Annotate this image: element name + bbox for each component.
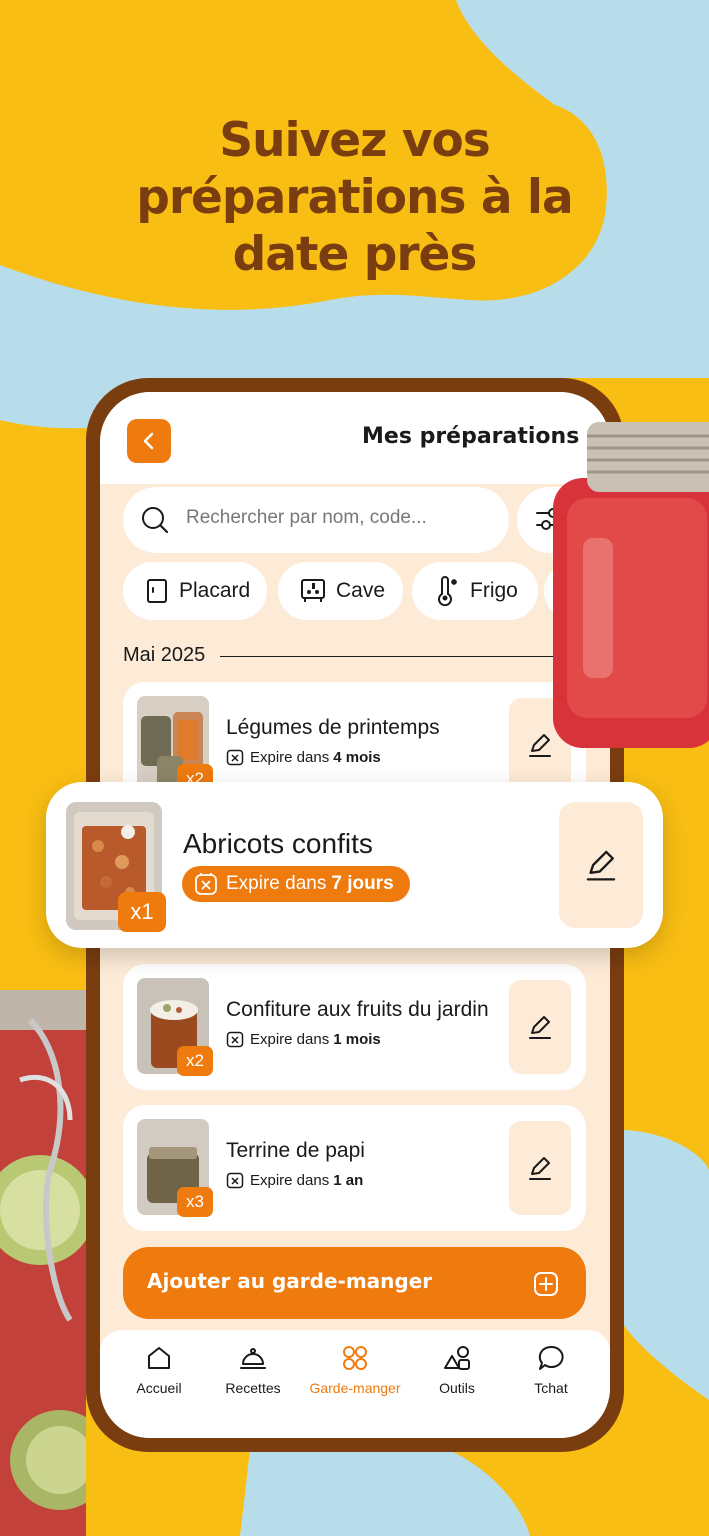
- nav-label: Outils: [439, 1380, 475, 1396]
- nav-label: Tchat: [534, 1380, 568, 1396]
- pencil-icon: [529, 1016, 551, 1039]
- edit-button[interactable]: [509, 980, 571, 1074]
- home-icon: [148, 1347, 170, 1369]
- item-expiry: Expire dans 1 mois: [226, 1030, 381, 1048]
- item-name: Abricots confits: [183, 828, 373, 859]
- highlighted-item-card[interactable]: x1 Abricots confits Expire dans 7 jours: [46, 782, 663, 948]
- nav-recettes[interactable]: Recettes: [203, 1330, 303, 1410]
- nav-outils[interactable]: Outils: [407, 1330, 507, 1410]
- list-item[interactable]: x2 Confiture aux fruits du jardin Expire…: [123, 964, 586, 1090]
- quantity-badge: x1: [118, 892, 166, 932]
- edit-button[interactable]: [509, 1121, 571, 1215]
- quantity-badge: x3: [177, 1187, 213, 1217]
- expiry-prefix: Expire dans: [250, 748, 330, 766]
- chip-label: Frigo: [470, 579, 518, 602]
- expiry-value: 7 jours: [331, 873, 394, 894]
- pickle-jar-image: [0, 990, 86, 1536]
- search-input[interactable]: Rechercher par nom, code...: [123, 487, 509, 553]
- shapes-icon: [444, 1346, 470, 1370]
- item-expiry: Expire dans 4 mois: [226, 748, 381, 766]
- item-name: Confiture aux fruits du jardin: [226, 998, 489, 1021]
- expiry-value: 1 mois: [333, 1030, 381, 1048]
- thermometer-icon: [438, 576, 457, 606]
- expiry-prefix: Expire dans: [226, 873, 327, 894]
- edit-button[interactable]: [559, 802, 643, 928]
- list-item[interactable]: x3 Terrine de papi Expire dans 1 an: [123, 1105, 586, 1231]
- nav-label: Garde-manger: [309, 1380, 401, 1396]
- add-to-pantry-button[interactable]: Ajouter au garde-manger: [123, 1247, 586, 1319]
- add-button-label: Ajouter au garde-manger: [147, 1269, 433, 1293]
- expiry-value: 1 an: [333, 1171, 364, 1189]
- expiry-value: 4 mois: [333, 748, 381, 766]
- cupboard-icon: [147, 579, 167, 603]
- nav-label: Recettes: [225, 1380, 281, 1396]
- chevron-left-icon: [143, 432, 154, 450]
- chip-label: Placard: [179, 579, 251, 602]
- cellar-icon: [301, 579, 325, 602]
- item-name: Légumes de printemps: [226, 716, 440, 739]
- search-placeholder: Rechercher par nom, code...: [186, 507, 427, 528]
- calendar-x-icon: [226, 1031, 244, 1048]
- nav-tchat[interactable]: Tchat: [501, 1330, 601, 1410]
- expiry-badge: Expire dans 7 jours: [182, 866, 410, 902]
- chip-placard[interactable]: Placard: [123, 562, 267, 620]
- headline: Suivez vos préparations à la date près: [0, 112, 709, 283]
- nav-label: Accueil: [136, 1380, 182, 1396]
- expiry-prefix: Expire dans: [250, 1171, 330, 1189]
- grid-icon: [343, 1346, 367, 1370]
- quantity-badge: x2: [177, 1046, 213, 1076]
- chat-icon: [538, 1345, 564, 1370]
- month-header: Mai 2025: [123, 644, 206, 666]
- top-bar: Mes préparations: [100, 392, 610, 484]
- item-expiry: Expire dans 1 an: [226, 1171, 363, 1189]
- calendar-x-icon: [226, 1172, 244, 1189]
- chip-label: Cave: [336, 579, 386, 602]
- expiry-prefix: Expire dans: [250, 1030, 330, 1048]
- headline-line-2: préparations à la: [136, 170, 574, 225]
- nav-garde-manger[interactable]: Garde-manger: [305, 1330, 405, 1410]
- headline-line-1: Suivez vos: [219, 113, 491, 168]
- calendar-x-icon: [195, 873, 217, 895]
- pencil-icon: [529, 1157, 551, 1180]
- jam-jar-image: [553, 422, 709, 748]
- nav-accueil[interactable]: Accueil: [109, 1330, 209, 1410]
- pencil-icon: [586, 850, 616, 881]
- chip-cave[interactable]: Cave: [278, 562, 403, 620]
- plus-square-icon: [534, 1272, 558, 1296]
- cloche-icon: [240, 1348, 266, 1369]
- bottom-nav: Accueil Recettes Garde-manger Outils Tch…: [100, 1330, 610, 1438]
- item-name: Terrine de papi: [226, 1139, 365, 1162]
- headline-line-3: date près: [232, 227, 478, 282]
- calendar-x-icon: [226, 749, 244, 766]
- chip-frigo[interactable]: Frigo: [412, 562, 538, 620]
- back-button[interactable]: [127, 419, 171, 463]
- search-icon: [142, 507, 169, 534]
